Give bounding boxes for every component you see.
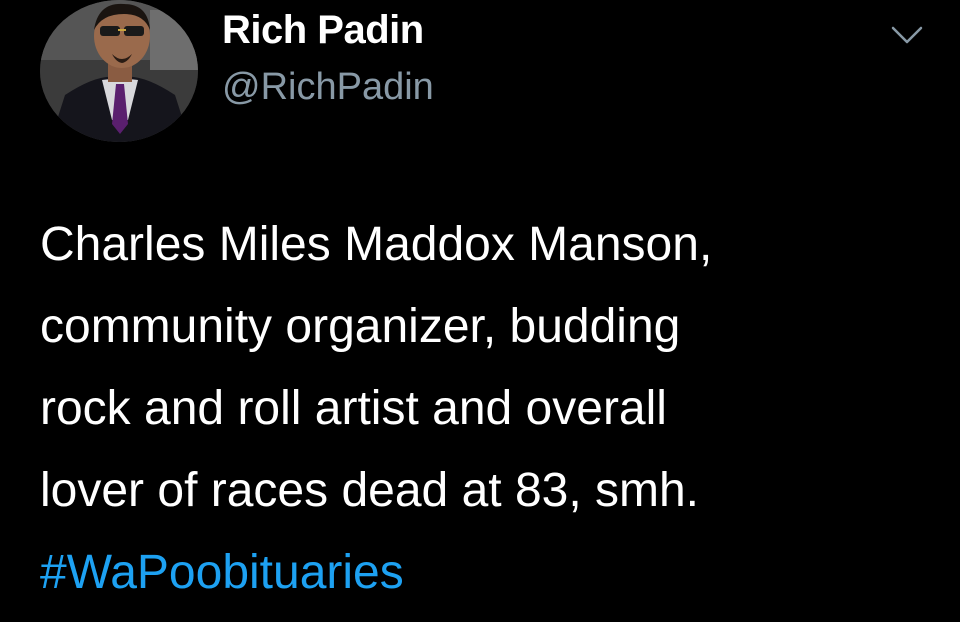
chevron-down-icon[interactable] xyxy=(889,22,925,48)
avatar[interactable] xyxy=(40,0,198,142)
tweet-card: Rich Padin @RichPadin Charles Miles Madd… xyxy=(0,0,960,622)
profile-photo xyxy=(40,0,198,142)
tweet-text-line: Charles Miles Maddox Manson, xyxy=(40,218,713,271)
tweet-text-line: lover of races dead at 83, smh. xyxy=(40,464,700,517)
author-handle[interactable]: @RichPadin xyxy=(222,66,434,109)
author-display-name[interactable]: Rich Padin xyxy=(222,8,424,53)
tweet-text-line: community organizer, budding xyxy=(40,300,681,353)
tweet-text: Charles Miles Maddox Manson, community o… xyxy=(40,204,940,614)
hashtag-link[interactable]: #WaPoobituaries xyxy=(40,532,940,614)
tweet-text-line: rock and roll artist and overall xyxy=(40,382,667,435)
